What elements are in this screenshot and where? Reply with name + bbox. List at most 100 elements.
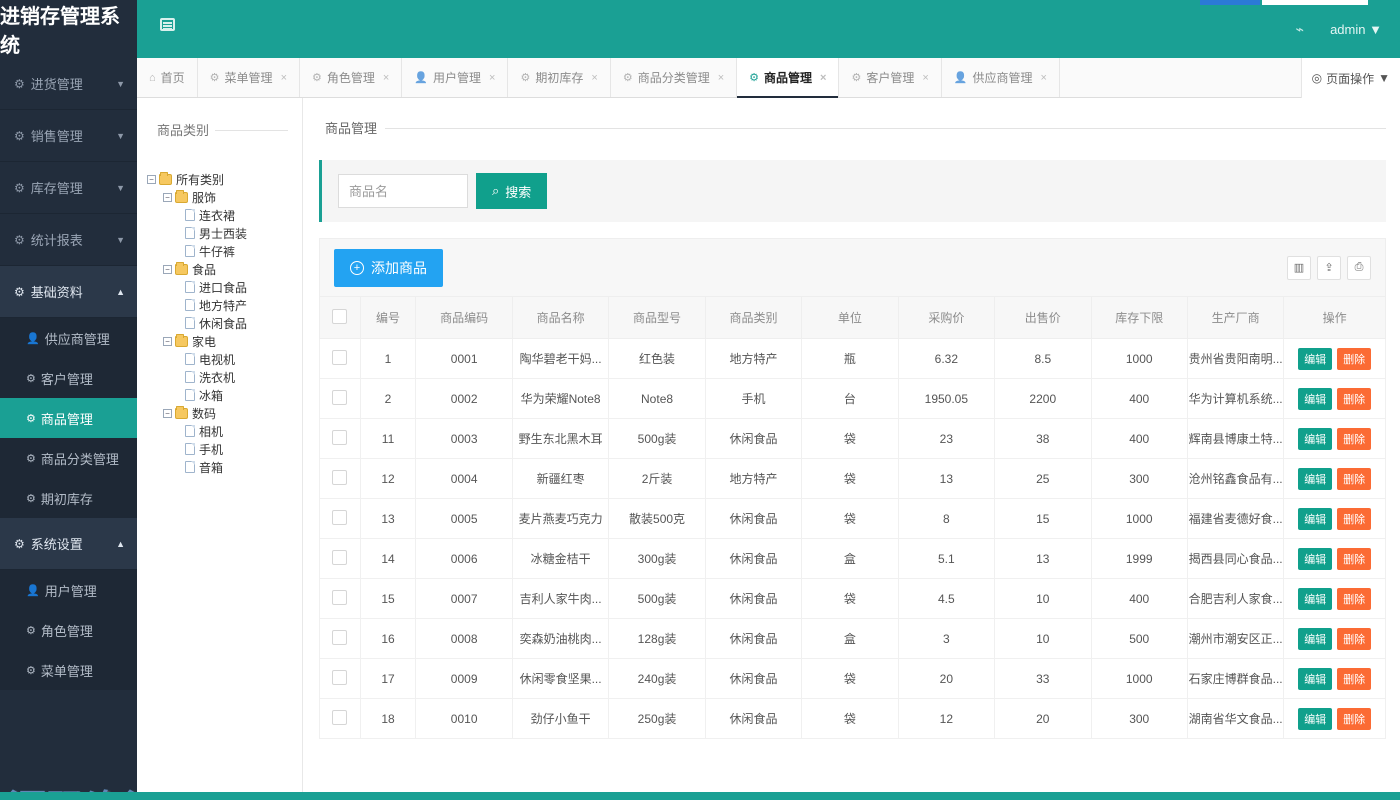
close-icon[interactable]: × bbox=[591, 72, 597, 84]
tree-node-6[interactable]: 进口食品 bbox=[147, 278, 302, 296]
close-icon[interactable]: × bbox=[718, 72, 724, 84]
delete-button[interactable]: 删除 bbox=[1337, 347, 1372, 370]
tree-node-2[interactable]: 连衣裙 bbox=[147, 206, 302, 224]
edit-button[interactable]: 编辑 bbox=[1298, 707, 1333, 730]
sidebar-group-0[interactable]: ⚙ 进货管理 ▼ bbox=[0, 58, 137, 110]
delete-button[interactable]: 删除 bbox=[1337, 587, 1372, 610]
row-checkbox[interactable] bbox=[332, 469, 348, 485]
tree-node-5[interactable]: − 食品 bbox=[147, 260, 302, 278]
tree-node-1[interactable]: − 服饰 bbox=[147, 188, 302, 206]
row-checkbox[interactable] bbox=[332, 549, 348, 565]
close-icon[interactable]: × bbox=[820, 72, 826, 84]
sidebar-group-4[interactable]: ⚙ 基础资料 ▲ bbox=[0, 266, 137, 318]
row-checkbox[interactable] bbox=[332, 389, 348, 405]
close-icon[interactable]: × bbox=[1041, 72, 1047, 84]
expand-toggle-icon[interactable]: − bbox=[163, 336, 172, 346]
tree-node-13[interactable]: − 数码 bbox=[147, 404, 302, 422]
edit-button[interactable]: 编辑 bbox=[1298, 627, 1333, 650]
table-row[interactable]: 14 0006 冰糖金桔干 300g装 休闲食品盒 5.1 13 1999 揭西县同心食品...… bbox=[319, 538, 1386, 579]
close-icon[interactable]: × bbox=[489, 72, 495, 84]
delete-button[interactable]: 删除 bbox=[1337, 427, 1372, 450]
row-checkbox[interactable] bbox=[332, 669, 348, 685]
tree-node-9[interactable]: − 家电 bbox=[147, 332, 302, 350]
close-icon[interactable]: × bbox=[281, 72, 287, 84]
row-checkbox[interactable] bbox=[332, 349, 348, 365]
sidebar-item-4-3[interactable]: ⚙ 商品分类管理 bbox=[0, 438, 137, 478]
select-all-checkbox[interactable] bbox=[332, 308, 348, 324]
tree-node-10[interactable]: 电视机 bbox=[147, 350, 302, 368]
edit-button[interactable]: 编辑 bbox=[1298, 427, 1333, 450]
tab-0[interactable]: ⌂ 首页 bbox=[137, 58, 198, 97]
close-icon[interactable]: × bbox=[922, 72, 928, 84]
tree-node-15[interactable]: 手机 bbox=[147, 440, 302, 458]
add-product-button[interactable]: + 添加商品 bbox=[334, 248, 443, 287]
expand-toggle-icon[interactable]: − bbox=[163, 408, 172, 418]
edit-button[interactable]: 编辑 bbox=[1298, 547, 1333, 570]
tree-node-0[interactable]: − 所有类别 bbox=[147, 170, 302, 188]
table-row[interactable]: 13 0005 麦片燕麦巧克力 散装500克 休闲食品袋 8 15 1000 福建省麦德好食..… bbox=[319, 498, 1386, 539]
tab-5[interactable]: ⚙ 商品分类管理 × bbox=[610, 58, 738, 97]
edit-button[interactable]: 编辑 bbox=[1298, 387, 1333, 410]
delete-button[interactable]: 删除 bbox=[1337, 507, 1372, 530]
tab-1[interactable]: ⚙ 菜单管理 × bbox=[197, 58, 300, 97]
row-checkbox[interactable] bbox=[332, 429, 348, 445]
row-checkbox[interactable] bbox=[332, 589, 348, 605]
columns-icon[interactable]: ▥ bbox=[1287, 255, 1311, 280]
tab-3[interactable]: 👤 用户管理 × bbox=[402, 58, 509, 97]
table-row[interactable]: 11 0003 野生东北黑木耳 500g装 休闲食品袋 23 38 400 辉南县博康土特...… bbox=[319, 418, 1386, 459]
sidebar-group-1[interactable]: ⚙ 销售管理 ▼ bbox=[0, 110, 137, 162]
delete-button[interactable]: 删除 bbox=[1337, 387, 1372, 410]
tree-node-4[interactable]: 牛仔裤 bbox=[147, 242, 302, 260]
expand-toggle-icon[interactable]: − bbox=[147, 174, 156, 184]
tab-2[interactable]: ⚙ 角色管理 × bbox=[300, 58, 403, 97]
tree-node-3[interactable]: 男士西装 bbox=[147, 224, 302, 242]
table-row[interactable]: 16 0008 奕森奶油桃肉... 128g装 休闲食品盒 3 10 500 潮州市潮安区正..… bbox=[319, 618, 1386, 659]
expand-toggle-icon[interactable]: − bbox=[163, 192, 172, 202]
print-icon[interactable]: ⎙ bbox=[1347, 255, 1371, 280]
table-row[interactable]: 17 0009 休闲零食坚果... 240g装 休闲食品袋 20 33 1000 石家庄博群食品… bbox=[319, 658, 1386, 699]
tree-node-16[interactable]: 音箱 bbox=[147, 458, 302, 476]
tree-node-14[interactable]: 相机 bbox=[147, 422, 302, 440]
table-row[interactable]: 18 0010 劲仔小鱼干 250g装 休闲食品袋 12 20 300 湖南省华文食品... 编辑… bbox=[319, 698, 1386, 739]
row-checkbox[interactable] bbox=[332, 629, 348, 645]
tab-6[interactable]: ⚙ 商品管理 × bbox=[737, 58, 840, 98]
pin-icon[interactable]: ⌁ bbox=[1296, 21, 1304, 38]
menu-fold-icon[interactable] bbox=[160, 18, 178, 36]
tree-node-11[interactable]: 洗衣机 bbox=[147, 368, 302, 386]
user-menu[interactable]: admin ▼ bbox=[1330, 22, 1382, 37]
delete-button[interactable]: 删除 bbox=[1337, 547, 1372, 570]
edit-button[interactable]: 编辑 bbox=[1298, 467, 1333, 490]
delete-button[interactable]: 删除 bbox=[1337, 707, 1372, 730]
edit-button[interactable]: 编辑 bbox=[1298, 507, 1333, 530]
export-icon[interactable]: ⇪ bbox=[1317, 255, 1341, 280]
table-row[interactable]: 1 0001 陶华碧老干妈... 红色装 地方特产瓶 6.32 8.5 1000 贵州省贵阳南明… bbox=[319, 338, 1386, 379]
search-button[interactable]: ⌕ 搜索 bbox=[476, 173, 548, 209]
sidebar-item-4-2[interactable]: ⚙ 商品管理 bbox=[0, 398, 137, 438]
row-checkbox[interactable] bbox=[332, 509, 348, 525]
tab-8[interactable]: 👤 供应商管理 × bbox=[941, 58, 1060, 97]
sidebar-group-5[interactable]: ⚙ 系统设置 ▲ bbox=[0, 518, 137, 570]
table-row[interactable]: 15 0007 吉利人家牛肉... 500g装 休闲食品袋 4.5 10 400 合肥吉利人家食… bbox=[319, 578, 1386, 619]
tab-4[interactable]: ⚙ 期初库存 × bbox=[508, 58, 611, 97]
table-row[interactable]: 12 0004 新疆红枣 2斤装 地方特产袋 13 25 300 沧州铭鑫食品有... 编辑 删除 bbox=[319, 458, 1386, 499]
table-row[interactable]: 2 0002 华为荣耀Note8 Note8 手机台 1950.05 2200 400 华为计算… bbox=[319, 378, 1386, 419]
delete-button[interactable]: 删除 bbox=[1337, 467, 1372, 490]
sidebar-group-3[interactable]: ⚙ 统计报表 ▼ bbox=[0, 214, 137, 266]
sidebar-item-4-4[interactable]: ⚙ 期初库存 bbox=[0, 478, 137, 518]
sidebar-item-4-0[interactable]: 👤 供应商管理 bbox=[0, 318, 137, 358]
delete-button[interactable]: 删除 bbox=[1337, 667, 1372, 690]
sidebar-item-4-1[interactable]: ⚙ 客户管理 bbox=[0, 358, 137, 398]
close-icon[interactable]: × bbox=[383, 72, 389, 84]
sidebar-item-5-2[interactable]: ⚙ 菜单管理 bbox=[0, 650, 137, 690]
edit-button[interactable]: 编辑 bbox=[1298, 587, 1333, 610]
expand-toggle-icon[interactable]: − bbox=[163, 264, 172, 274]
page-operations-button[interactable]: ◎ 页面操作 ▼ bbox=[1300, 58, 1400, 98]
tree-node-12[interactable]: 冰箱 bbox=[147, 386, 302, 404]
tab-7[interactable]: ⚙ 客户管理 × bbox=[839, 58, 942, 97]
sidebar-group-2[interactable]: ⚙ 库存管理 ▼ bbox=[0, 162, 137, 214]
row-checkbox[interactable] bbox=[332, 709, 348, 725]
edit-button[interactable]: 编辑 bbox=[1298, 667, 1333, 690]
sidebar-item-5-1[interactable]: ⚙ 角色管理 bbox=[0, 610, 137, 650]
delete-button[interactable]: 删除 bbox=[1337, 627, 1372, 650]
tree-node-7[interactable]: 地方特产 bbox=[147, 296, 302, 314]
